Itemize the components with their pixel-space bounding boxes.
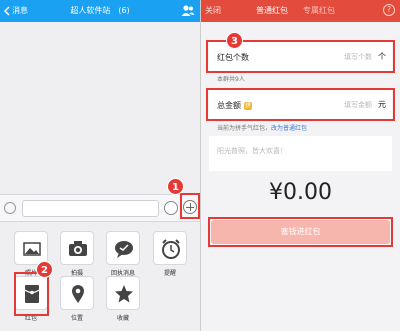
chat-panel: 消息 超人软件站 (6) 1 照片 拍摄 回执消息 提醒 红包 位置 收藏 2 (0, 0, 200, 331)
tool-favorites[interactable]: 收藏 (103, 276, 143, 322)
tool-receipt-message[interactable]: 回执消息 (103, 231, 143, 277)
amount-display: ¥0.00 (269, 180, 332, 205)
close-button[interactable]: 关闭 (205, 5, 221, 16)
lucky-note-text: 当前为拼手气红包， (217, 125, 272, 132)
photo-icon (14, 231, 48, 265)
lucky-note: 当前为拼手气红包，改为普通红包 (217, 123, 307, 132)
message-input[interactable] (22, 200, 159, 217)
step-badge-2: 2 (36, 261, 53, 278)
voice-icon[interactable] (4, 202, 16, 214)
hongbao-header: 关闭 普通红包 专属红包 ? (201, 0, 400, 22)
step-badge-1: 1 (167, 178, 184, 195)
help-icon[interactable]: ? (383, 4, 395, 16)
receipt-message-icon (106, 231, 140, 265)
alarm-clock-icon (153, 231, 187, 265)
camera-icon (60, 231, 94, 265)
group-size-note: 本群共9人 (217, 76, 245, 83)
highlight-plus-box (180, 193, 200, 219)
chat-header: 消息 超人软件站 (6) (0, 0, 200, 22)
tool-camera[interactable]: 拍摄 (57, 231, 97, 277)
tool-label: 提醒 (163, 270, 176, 277)
member-count: (6) (118, 6, 130, 15)
highlight-send-box (208, 217, 393, 247)
switch-normal-link[interactable]: 改为普通红包 (271, 125, 307, 132)
location-pin-icon (60, 276, 94, 310)
chat-title: 超人软件站 (6) (0, 5, 200, 16)
input-bar (0, 194, 200, 222)
tool-location[interactable]: 位置 (57, 276, 97, 322)
step-badge-3: 3 (226, 32, 243, 49)
hongbao-tabs: 普通红包 专属红包 (256, 5, 335, 16)
emoji-icon[interactable] (164, 201, 178, 215)
highlight-hongbao-box (14, 272, 49, 316)
tool-reminder[interactable]: 提醒 (150, 231, 190, 277)
tab-exclusive-hongbao[interactable]: 专属红包 (303, 5, 335, 16)
tab-normal-hongbao[interactable]: 普通红包 (256, 5, 288, 16)
highlight-amount-box (206, 88, 395, 121)
hongbao-panel: 关闭 普通红包 专属红包 ? 红包个数 填写个数 个 3 本群共9人 总金额拼 … (201, 0, 400, 331)
group-name: 超人软件站 (70, 6, 111, 15)
tool-label: 位置 (70, 315, 83, 322)
tool-label: 收藏 (116, 315, 129, 322)
group-members-icon[interactable] (181, 4, 195, 17)
star-icon (106, 276, 140, 310)
blessing-input[interactable]: 阳光普照，皆大欢喜！ (209, 136, 392, 171)
